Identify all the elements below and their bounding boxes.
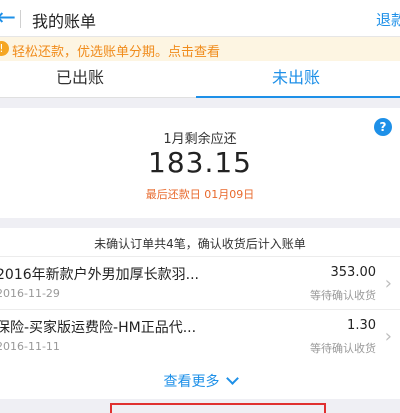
- order-row[interactable]: 保险-买家版运费险-HM正品代... 2016-11-11 1.30 等待确认收…: [0, 310, 400, 363]
- view-more-text: 查看更多: [163, 374, 220, 390]
- order-row[interactable]: 2016年新款户外男加厚长款羽... 2016-11-29 353.00 等待确…: [0, 257, 400, 310]
- order-status: 等待确认收货: [310, 289, 376, 302]
- bill-summary: ? 1月剩余应还 183.15 最后还款日 01月09日: [0, 108, 400, 218]
- chevron-right-icon: ›: [384, 273, 392, 294]
- due-date: 最后还款日 01月09日: [145, 188, 255, 201]
- chevron-right-icon: ›: [384, 326, 392, 347]
- header-bar: ← 我的账单 退款: [0, 0, 400, 37]
- remaining-label: 1月剩余应还: [163, 132, 237, 147]
- bill-tabs: 已出账 未出账: [0, 61, 400, 98]
- remaining-amount: 183.15: [148, 146, 252, 179]
- tab-unbilled[interactable]: 未出账: [196, 61, 396, 97]
- pending-notice: 未确认订单共4笔，确认收货后计入账单: [0, 228, 400, 257]
- notice-text: 未确认订单共4笔，确认收货后计入账单: [94, 237, 306, 251]
- back-arrow-icon[interactable]: ←: [0, 4, 22, 32]
- alert-icon: !: [0, 41, 9, 56]
- order-amount: 353.00: [330, 265, 377, 280]
- header-divider: [20, 10, 21, 28]
- order-date: 2016-11-29: [0, 287, 60, 300]
- tab-billed[interactable]: 已出账: [0, 61, 180, 97]
- chevron-down-icon: [225, 372, 239, 385]
- order-name: 2016年新款户外男加厚长款羽...: [0, 267, 199, 283]
- refund-button[interactable]: 退款: [376, 9, 400, 30]
- order-status: 等待确认收货: [310, 342, 376, 355]
- view-more-button[interactable]: 查看更多: [0, 361, 400, 399]
- order-date: 2016-11-11: [0, 340, 60, 353]
- view-more-label: 查看更多: [0, 371, 400, 391]
- promo-banner[interactable]: ! 轻松还款，优选账单分期。点击查看: [0, 37, 400, 61]
- banner-text: 轻松还款，优选账单分期。点击查看: [12, 45, 221, 60]
- highlight-box: [110, 403, 326, 413]
- order-amount: 1.30: [347, 318, 376, 333]
- page-title: 我的账单: [32, 12, 97, 31]
- active-tab-indicator: [196, 96, 400, 98]
- order-name: 保险-买家版运费险-HM正品代...: [0, 320, 197, 336]
